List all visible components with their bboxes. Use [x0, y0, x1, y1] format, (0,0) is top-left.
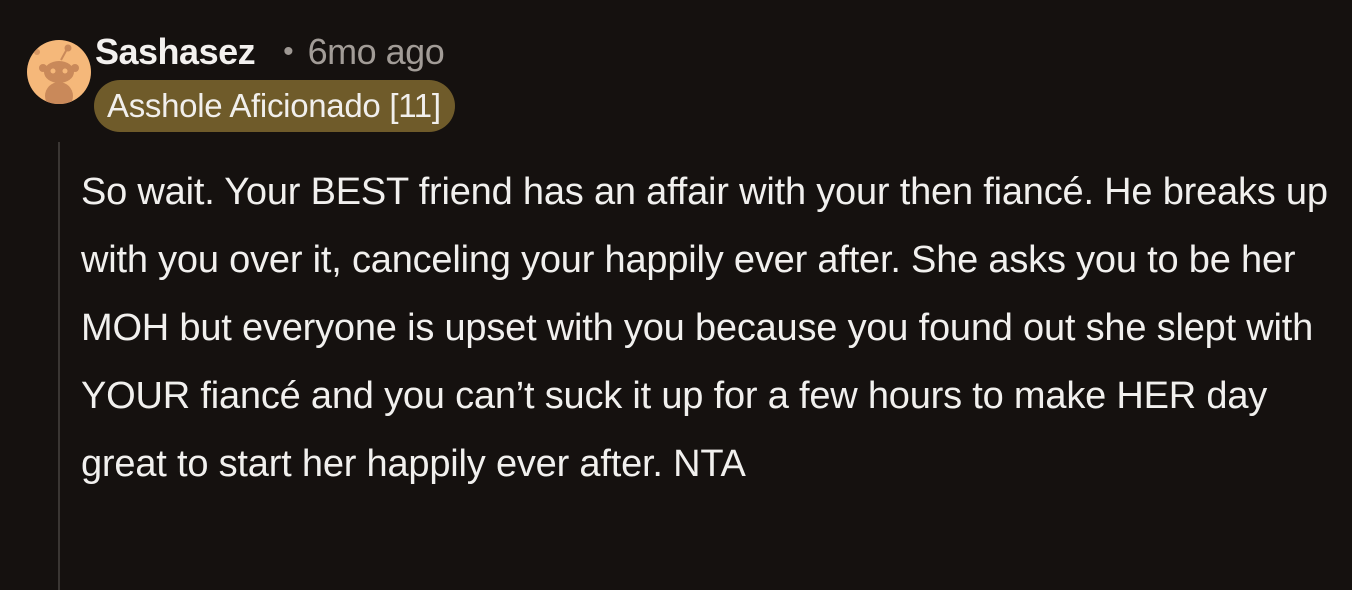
comment-meta: Sashasez • 6mo ago [95, 30, 445, 74]
snoo-avatar-icon [27, 40, 91, 104]
comment: Sashasez • 6mo ago Asshole Aficionado [1… [0, 0, 1352, 590]
user-avatar[interactable] [27, 40, 91, 104]
comment-body: So wait. Your BEST friend has an affair … [81, 171, 1328, 485]
thread-line[interactable] [58, 142, 60, 590]
separator-dot: • [283, 35, 294, 68]
comment-timestamp[interactable]: 6mo ago [308, 31, 445, 73]
author-name[interactable]: Sashasez [95, 31, 256, 73]
user-flair-badge: Asshole Aficionado [11] [94, 80, 455, 132]
